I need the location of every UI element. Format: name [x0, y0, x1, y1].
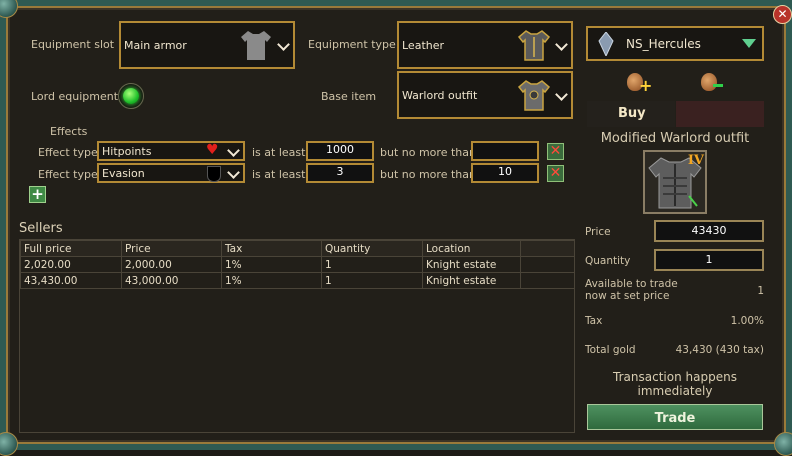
cell: 43,430.00 [20, 272, 122, 289]
tax-label: Tax [585, 315, 603, 327]
table-row[interactable]: 43,430.00 43,000.00 1% 1 Knight estate [20, 272, 575, 289]
leather-armor-icon [517, 30, 551, 61]
table-header: Full price Price Tax Quantity Location [20, 240, 575, 257]
no-more-than-label: but no more than [380, 146, 476, 159]
effect-max-input[interactable] [471, 141, 539, 161]
no-more-than-label: but no more than [380, 168, 476, 181]
quantity-input[interactable]: 1 [654, 249, 764, 271]
equipment-type-dropdown[interactable]: Leather [397, 21, 573, 69]
base-item-dropdown[interactable]: Warlord outfit [397, 71, 573, 119]
shield-icon [207, 166, 221, 182]
close-button[interactable]: ✕ [773, 5, 792, 24]
cell: 1 [321, 256, 423, 273]
character-dropdown[interactable]: NS_Hercules [586, 26, 764, 61]
add-effect-button[interactable]: + [29, 186, 46, 203]
cell: 2,000.00 [121, 256, 222, 273]
transaction-note: Transaction happens immediately [586, 370, 764, 398]
base-item-value: Warlord outfit [402, 89, 478, 102]
column-header[interactable]: Tax [221, 240, 322, 257]
character-name: NS_Hercules [626, 37, 701, 51]
column-header[interactable]: Full price [20, 240, 122, 257]
effect-type-label: Effect type [38, 146, 98, 159]
lord-equipment-label: Lord equipment [31, 90, 119, 103]
effect-type-label: Effect type [38, 168, 98, 181]
remove-effect-button[interactable]: ✕ [547, 143, 564, 160]
column-header-empty [520, 240, 575, 257]
column-header[interactable]: Location [422, 240, 521, 257]
effect-type-dropdown[interactable]: Evasion [97, 163, 245, 183]
remove-effect-button[interactable]: ✕ [547, 165, 564, 182]
quantity-label: Quantity [585, 255, 631, 267]
cell: 1% [221, 256, 322, 273]
triangle-down-icon [742, 39, 756, 48]
chevron-down-icon [227, 166, 240, 179]
cell [520, 256, 575, 273]
cell: 1% [221, 272, 322, 289]
effect-type-value: Hitpoints [102, 145, 152, 158]
cell: 1 [321, 272, 423, 289]
equipment-slot-label: Equipment slot [31, 38, 115, 51]
cell: Knight estate [422, 272, 521, 289]
table-row[interactable]: 2,020.00 2,000.00 1% 1 Knight estate [20, 256, 575, 273]
cell: 43,000.00 [121, 272, 222, 289]
cell: Knight estate [422, 256, 521, 273]
effects-title: Effects [50, 125, 88, 138]
close-icon: ✕ [549, 143, 562, 159]
cell [520, 272, 575, 289]
toggle-on-indicator [123, 88, 139, 104]
total-gold-value: 43,430 (430 tax) [675, 344, 764, 356]
warlord-outfit-icon [517, 80, 551, 111]
tax-value: 1.00% [730, 315, 764, 327]
cell: 2,020.00 [20, 256, 122, 273]
item-title: Modified Warlord outfit [600, 131, 750, 146]
equipment-type-label: Equipment type [308, 38, 396, 51]
buy-tab-label: Buy [618, 106, 646, 121]
buy-tab[interactable]: Buy [587, 101, 675, 127]
available-value: 1 [757, 285, 764, 297]
sell-tab[interactable] [676, 101, 764, 127]
corner-ornament [774, 432, 792, 456]
available-label-2: now at set price [585, 290, 670, 302]
effect-max-input[interactable]: 10 [471, 163, 539, 183]
equipment-slot-dropdown[interactable]: Main armor [119, 21, 295, 69]
effect-type-dropdown[interactable]: Hitpoints ♥ [97, 141, 245, 161]
base-item-label: Base item [321, 90, 377, 103]
chevron-down-icon [227, 144, 240, 157]
trade-button-label: Trade [654, 411, 696, 426]
remove-gold-icon[interactable] [699, 71, 725, 95]
chevron-down-icon [277, 38, 290, 51]
crystal-icon [598, 32, 614, 56]
chevron-down-icon [555, 88, 568, 101]
close-icon: ✕ [777, 7, 788, 21]
plus-icon: + [31, 185, 44, 203]
effect-min-input[interactable]: 1000 [306, 141, 374, 161]
item-tier-badge: IV [687, 153, 704, 168]
column-header[interactable]: Price [121, 240, 222, 257]
sellers-table: Full price Price Tax Quantity Location 2… [20, 240, 575, 289]
is-at-least-label: is at least [252, 168, 306, 181]
effect-type-value: Evasion [102, 167, 145, 180]
sellers-title: Sellers [19, 221, 63, 236]
transaction-note-line: immediately [637, 384, 713, 398]
lord-equipment-toggle[interactable] [118, 83, 144, 109]
armor-slot-icon [241, 31, 271, 60]
heart-icon: ♥ [206, 142, 219, 158]
close-icon: ✕ [549, 165, 562, 181]
item-slot[interactable]: IV [643, 150, 707, 214]
equipment-type-value: Leather [402, 39, 445, 52]
trade-button[interactable]: Trade [587, 404, 763, 430]
transaction-note-line: Transaction happens [613, 370, 737, 384]
price-input[interactable]: 43430 [654, 220, 764, 242]
is-at-least-label: is at least [252, 146, 306, 159]
price-label: Price [585, 226, 611, 238]
column-header[interactable]: Quantity [321, 240, 423, 257]
add-gold-icon[interactable]: + [625, 71, 652, 95]
effect-min-input[interactable]: 3 [306, 163, 374, 183]
equipment-slot-value: Main armor [124, 39, 187, 52]
available-label: Available to trade [585, 278, 678, 290]
chevron-down-icon [555, 38, 568, 51]
total-gold-label: Total gold [585, 344, 636, 356]
corner-ornament [0, 432, 18, 456]
